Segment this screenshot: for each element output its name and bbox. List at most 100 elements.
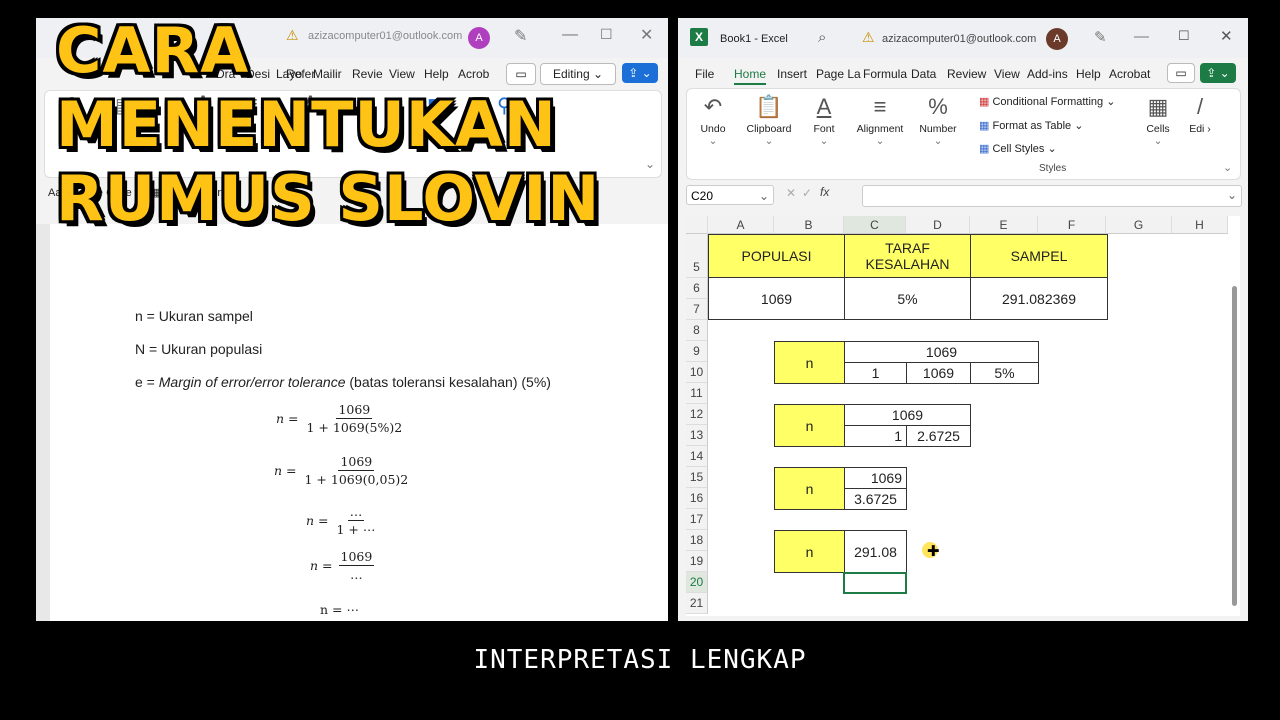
cell-value[interactable]: 1 — [844, 425, 907, 447]
menu-insert[interactable]: Insert — [777, 67, 807, 81]
percent-icon: % — [928, 94, 948, 119]
clipboard-button[interactable]: 📋 Clipboard ⌄ — [743, 91, 795, 147]
menu-page-layout[interactable]: Page La — [816, 67, 861, 81]
comment-icon[interactable]: ▭ — [1167, 63, 1195, 83]
function-icon[interactable]: fx — [820, 185, 829, 199]
cell-n[interactable]: n — [774, 404, 845, 447]
row-header[interactable]: 10 — [686, 362, 708, 383]
header-sampel[interactable]: SAMPEL — [970, 234, 1108, 278]
column-header[interactable]: E — [970, 216, 1038, 234]
row-header[interactable]: 6 — [686, 278, 708, 299]
row-header[interactable]: 7 — [686, 299, 708, 320]
cell-n[interactable]: n — [774, 341, 845, 384]
vertical-scrollbar[interactable] — [1232, 286, 1237, 606]
vertical-ruler — [36, 224, 50, 621]
worksheet-grid[interactable]: A B C D E F G H 5 6 7 8 9 10 11 12 13 14… — [686, 216, 1240, 616]
column-header[interactable]: D — [906, 216, 970, 234]
cell-result[interactable]: 291.08 — [844, 530, 907, 573]
cell-numerator[interactable]: 1069 — [844, 467, 907, 489]
menu-home[interactable]: Home — [734, 67, 767, 85]
share-button[interactable]: ⇪ ⌄ — [622, 63, 658, 83]
menu-help[interactable]: Help — [1076, 67, 1101, 81]
row-header[interactable]: 9 — [686, 341, 708, 362]
pen-icon[interactable]: ✎ — [1094, 28, 1107, 46]
alignment-button[interactable]: ≡ Alignment ⌄ — [853, 91, 907, 147]
row-header[interactable]: 16 — [686, 488, 708, 509]
cell-styles-button[interactable]: ▦ Cell Styles ⌄ — [979, 142, 1057, 155]
column-header[interactable]: A — [708, 216, 774, 234]
cell-value[interactable]: 2.6725 — [906, 425, 971, 447]
line-error-prefix: e = — [135, 374, 159, 390]
cell-sampel[interactable]: 291.082369 — [970, 277, 1108, 320]
row-header[interactable]: 15 — [686, 467, 708, 488]
cell-populasi[interactable]: 1069 — [708, 277, 845, 320]
row-header[interactable]: 18 — [686, 530, 708, 551]
formula-bar[interactable]: ⌄ — [862, 185, 1242, 207]
row-header[interactable]: 19 — [686, 551, 708, 572]
undo-button[interactable]: ↶ Undo ⌄ — [693, 91, 733, 147]
minimize-icon[interactable]: — — [1134, 28, 1149, 45]
editing-button[interactable]: / Edi › — [1185, 91, 1215, 135]
search-icon[interactable]: ⌕ — [818, 29, 826, 46]
format-table-button[interactable]: ▦ Format as Table ⌄ — [979, 119, 1083, 132]
cells-button[interactable]: ▦ Cells ⌄ — [1139, 91, 1177, 147]
cell-n[interactable]: n — [774, 530, 845, 573]
menu-acrobat[interactable]: Acrobat — [1109, 67, 1150, 81]
conditional-formatting-button[interactable]: ▦ Conditional Formatting ⌄ — [979, 95, 1115, 108]
header-populasi[interactable]: POPULASI — [708, 234, 845, 278]
column-header[interactable]: C — [844, 216, 906, 234]
name-box[interactable]: C20 ⌄ — [686, 185, 774, 205]
menu-review[interactable]: Review — [947, 67, 986, 81]
row-header[interactable]: 11 — [686, 383, 708, 404]
document-page: n = Ukuran sampel N = Ukuran populasi e … — [50, 224, 668, 621]
row-header[interactable]: 8 — [686, 320, 708, 341]
maximize-icon[interactable]: ☐ — [1178, 28, 1190, 44]
cell-value[interactable]: 1 — [844, 362, 907, 384]
overlay-line-2: MENENTUKAN — [56, 88, 557, 161]
close-icon[interactable]: ✕ — [640, 25, 653, 45]
row-header[interactable]: 17 — [686, 509, 708, 530]
row-header[interactable]: 20 — [686, 572, 708, 593]
row-header[interactable]: 21 — [686, 593, 708, 614]
cells-icon: ▦ — [1147, 94, 1169, 119]
cell-numerator[interactable]: 1069 — [844, 341, 1039, 363]
menu-file[interactable]: File — [695, 67, 714, 81]
menu-data[interactable]: Data — [911, 67, 936, 81]
avatar[interactable]: A — [1046, 28, 1068, 50]
cell-numerator[interactable]: 1069 — [844, 404, 971, 426]
enter-icon[interactable]: ✓ — [802, 186, 812, 200]
cancel-icon[interactable]: ✕ — [786, 186, 796, 200]
cell-taraf[interactable]: 5% — [844, 277, 971, 320]
collapse-icon[interactable]: ⌄ — [1223, 161, 1232, 174]
cell-value[interactable]: 1069 — [906, 362, 971, 384]
cell-denominator[interactable]: 3.6725 — [844, 488, 907, 510]
share-button[interactable]: ⇪ ⌄ — [1200, 63, 1236, 83]
cell-n[interactable]: n — [774, 467, 845, 510]
formula-denominator: 1 + ⋯ — [336, 522, 376, 537]
column-header[interactable]: B — [774, 216, 844, 234]
collapse-icon[interactable]: ⌄ — [645, 157, 655, 171]
menu-view[interactable]: View — [994, 67, 1020, 81]
menu-formulas[interactable]: Formula — [863, 67, 907, 81]
maximize-icon[interactable]: ☐ — [600, 26, 613, 43]
select-all-corner[interactable] — [686, 216, 708, 234]
number-button[interactable]: % Number ⌄ — [915, 91, 961, 147]
row-header[interactable]: 13 — [686, 425, 708, 446]
formula-n: n = — [310, 558, 333, 573]
font-button[interactable]: A Font ⌄ — [805, 91, 843, 147]
row-header[interactable]: 12 — [686, 404, 708, 425]
editing-icon: / — [1196, 94, 1204, 119]
column-header[interactable]: G — [1106, 216, 1172, 234]
font-icon: A — [816, 94, 832, 119]
row-header[interactable]: 5 — [686, 234, 708, 278]
cell-value[interactable]: 5% — [970, 362, 1039, 384]
close-icon[interactable]: ✕ — [1220, 27, 1233, 45]
menu-add-ins[interactable]: Add-ins — [1027, 67, 1068, 81]
row-header[interactable]: 14 — [686, 446, 708, 467]
font-label: Font — [813, 123, 835, 135]
header-taraf-kesalahan[interactable]: TARAF KESALAHAN — [844, 234, 971, 278]
formula-denominator: … — [350, 567, 363, 582]
column-header[interactable]: H — [1172, 216, 1228, 234]
column-header[interactable]: F — [1038, 216, 1106, 234]
active-cell[interactable] — [843, 572, 907, 594]
